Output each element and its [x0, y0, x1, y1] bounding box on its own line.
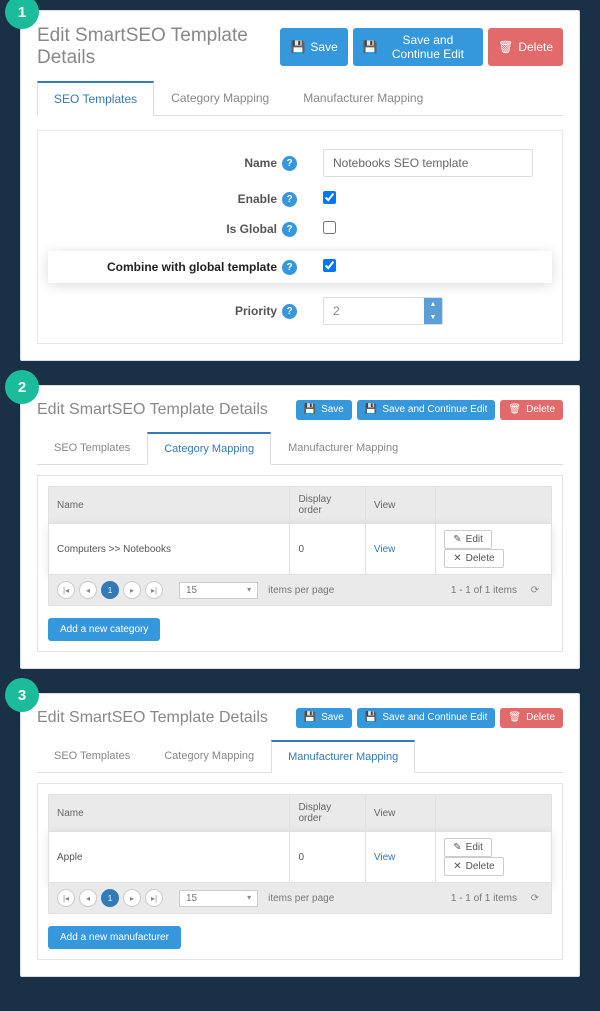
save-icon: 💾 [304, 404, 316, 416]
step-badge-2: 2 [5, 370, 39, 404]
pager-last[interactable]: ▸| [145, 581, 163, 599]
tab-manufacturer-mapping[interactable]: Manufacturer Mapping [271, 740, 415, 773]
spin-up-icon[interactable]: ▲ [424, 298, 442, 311]
trash-icon: 🗑 [498, 40, 513, 54]
refresh-icon[interactable]: ⟳ [527, 582, 543, 598]
trash-icon: 🗑 [508, 404, 521, 416]
tab-seo-templates[interactable]: SEO Templates [37, 81, 154, 116]
tab-category-mapping[interactable]: Category Mapping [154, 81, 286, 116]
delete-button[interactable]: 🗑Delete [488, 28, 563, 67]
table-row: Computers >> Notebooks 0 View ✎Edit ✕Del… [49, 524, 552, 575]
help-icon[interactable]: ? [282, 260, 297, 275]
highlighted-combine-row: Combine with global template? [48, 251, 552, 283]
add-manufacturer-button[interactable]: Add a new manufacturer [48, 926, 181, 949]
spin-down-icon[interactable]: ▼ [424, 311, 442, 324]
refresh-icon[interactable]: ⟳ [527, 890, 543, 906]
tab-seo-templates[interactable]: SEO Templates [37, 740, 147, 773]
page-title: Edit SmartSEO Template Details [37, 401, 268, 419]
pager-first[interactable]: |◂ [57, 581, 75, 599]
row-delete-button[interactable]: ✕Delete [444, 857, 503, 876]
priority-spinner[interactable]: ▲ ▼ [323, 297, 443, 325]
trash-icon: 🗑 [508, 712, 521, 724]
cell-name: Computers >> Notebooks [49, 524, 290, 575]
label-enable: Enable [238, 192, 277, 206]
save-icon: 💾 [363, 40, 378, 54]
items-per-page-label: items per page [268, 893, 334, 904]
view-link[interactable]: View [365, 524, 435, 575]
delete-button[interactable]: 🗑Delete [500, 400, 563, 420]
pager-page-1[interactable]: 1 [101, 581, 119, 599]
pencil-icon: ✎ [453, 842, 461, 853]
tab-seo-templates[interactable]: SEO Templates [37, 432, 147, 465]
save-button[interactable]: 💾Save [296, 708, 352, 728]
screenshot-2: 2 Edit SmartSEO Template Details 💾Save 💾… [20, 385, 580, 669]
enable-checkbox[interactable] [323, 191, 336, 204]
pager-page-1[interactable]: 1 [101, 889, 119, 907]
tab-manufacturer-mapping[interactable]: Manufacturer Mapping [286, 81, 440, 116]
col-name: Name [49, 487, 290, 524]
page-size-select[interactable]: 15 [179, 890, 258, 907]
tab-category-mapping[interactable]: Category Mapping [147, 432, 271, 465]
label-is-global: Is Global [226, 222, 277, 236]
delete-button[interactable]: 🗑Delete [500, 708, 563, 728]
page-title: Edit SmartSEO Template Details [37, 25, 280, 69]
pager-prev[interactable]: ◂ [79, 581, 97, 599]
pager-summary: 1 - 1 of 1 items [451, 585, 517, 596]
pager-next[interactable]: ▸ [123, 581, 141, 599]
items-per-page-label: items per page [268, 585, 334, 596]
col-display-order: Display order [290, 487, 365, 524]
col-name: Name [49, 795, 290, 832]
pager-summary: 1 - 1 of 1 items [451, 893, 517, 904]
cell-display-order: 0 [290, 832, 365, 883]
col-view: View [365, 487, 435, 524]
col-display-order: Display order [290, 795, 365, 832]
pager-next[interactable]: ▸ [123, 889, 141, 907]
name-input[interactable] [323, 149, 533, 177]
screenshot-3: 3 Edit SmartSEO Template Details 💾Save 💾… [20, 693, 580, 977]
close-icon: ✕ [453, 553, 461, 564]
save-icon: 💾 [304, 712, 316, 724]
save-button[interactable]: 💾Save [296, 400, 352, 420]
step-badge-3: 3 [5, 678, 39, 712]
page-title: Edit SmartSEO Template Details [37, 709, 268, 727]
tab-manufacturer-mapping[interactable]: Manufacturer Mapping [271, 432, 415, 465]
save-icon: 💾 [290, 40, 305, 54]
cell-display-order: 0 [290, 524, 365, 575]
pager-last[interactable]: ▸| [145, 889, 163, 907]
screenshot-1: 1 Edit SmartSEO Template Details 💾Save 💾… [20, 10, 580, 361]
combine-checkbox[interactable] [323, 259, 336, 272]
save-button[interactable]: 💾Save [280, 28, 347, 67]
tab-category-mapping[interactable]: Category Mapping [147, 740, 271, 773]
label-combine: Combine with global template [107, 260, 277, 274]
edit-button[interactable]: ✎Edit [444, 530, 492, 549]
save-continue-button[interactable]: 💾Save and Continue Edit [357, 708, 496, 728]
save-continue-button[interactable]: 💾Save and Continue Edit [357, 400, 496, 420]
is-global-checkbox[interactable] [323, 221, 336, 234]
label-name: Name [244, 156, 277, 170]
save-icon: 💾 [365, 712, 377, 724]
help-icon[interactable]: ? [282, 304, 297, 319]
edit-button[interactable]: ✎Edit [444, 838, 492, 857]
table-row: Apple 0 View ✎Edit ✕Delete [49, 832, 552, 883]
pencil-icon: ✎ [453, 534, 461, 545]
close-icon: ✕ [453, 861, 461, 872]
row-delete-button[interactable]: ✕Delete [444, 549, 503, 568]
help-icon[interactable]: ? [282, 222, 297, 237]
save-icon: 💾 [365, 404, 377, 416]
view-link[interactable]: View [365, 832, 435, 883]
pager-first[interactable]: |◂ [57, 889, 75, 907]
col-view: View [365, 795, 435, 832]
help-icon[interactable]: ? [282, 156, 297, 171]
help-icon[interactable]: ? [282, 192, 297, 207]
save-continue-button[interactable]: 💾Save and Continue Edit [353, 28, 483, 67]
page-size-select[interactable]: 15 [179, 582, 258, 599]
cell-name: Apple [49, 832, 290, 883]
label-priority: Priority [235, 304, 277, 318]
priority-input[interactable] [324, 298, 424, 324]
add-category-button[interactable]: Add a new category [48, 618, 160, 641]
pager-prev[interactable]: ◂ [79, 889, 97, 907]
